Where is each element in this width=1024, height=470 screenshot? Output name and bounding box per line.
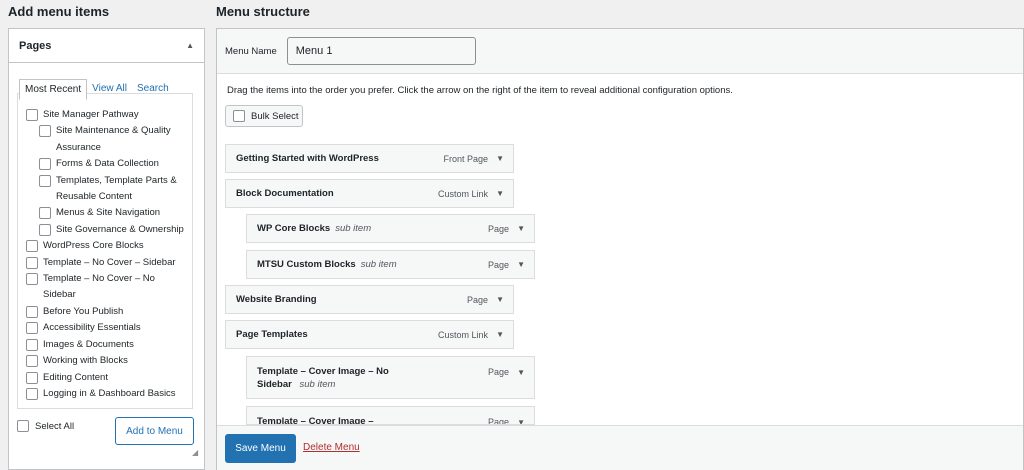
expand-arrow-icon[interactable]: ▼ — [496, 154, 504, 163]
pages-panel-title: Pages — [19, 39, 52, 52]
menu-item[interactable]: Page Templates Custom Link ▼ — [225, 320, 514, 349]
menu-item[interactable]: Template – Cover Image – No Sidebar sub … — [246, 356, 535, 399]
menu-name-input[interactable]: Menu 1 — [286, 37, 476, 65]
checkbox[interactable] — [39, 158, 51, 171]
bulk-select-label: Bulk Select — [251, 110, 299, 122]
delete-menu-link[interactable]: Delete Menu — [303, 442, 360, 453]
list-item[interactable]: WordPress Core Blocks — [18, 238, 192, 254]
list-item[interactable]: Logging in & Dashboard Basics — [18, 386, 192, 402]
list-item[interactable]: Site Governance & Ownership — [18, 222, 192, 238]
menu-item[interactable]: Website Branding Page ▼ — [225, 285, 514, 314]
checkbox[interactable] — [26, 322, 38, 335]
list-item[interactable]: Before You Publish — [18, 304, 192, 320]
select-all-label: Select All — [35, 420, 75, 432]
list-item-wrap: Assurance — [56, 141, 101, 153]
expand-arrow-icon[interactable]: ▼ — [496, 330, 504, 339]
save-menu-button[interactable]: Save Menu — [225, 434, 296, 463]
checkbox[interactable] — [26, 109, 38, 121]
menu-structure-panel: Menu Name Menu 1 Drag the items into the… — [216, 28, 1024, 470]
menu-item[interactable]: Block Documentation Custom Link ▼ — [225, 179, 514, 208]
menu-footer: Save Menu Delete Menu — [217, 425, 1023, 470]
list-item-wrap: Reusable Content — [56, 191, 133, 203]
expand-arrow-icon[interactable]: ▼ — [496, 295, 504, 304]
checkbox[interactable] — [26, 273, 38, 286]
expand-arrow-icon[interactable]: ▼ — [496, 189, 504, 198]
bulk-select-checkbox[interactable] — [233, 110, 245, 122]
list-item[interactable]: Accessibility Essentials — [18, 320, 192, 336]
checkbox[interactable] — [39, 223, 51, 236]
select-all-row[interactable]: Select All — [17, 420, 74, 432]
add-menu-items-heading: Add menu items — [8, 4, 110, 19]
list-item[interactable]: Templates, Template Parts & — [18, 173, 192, 189]
list-item[interactable]: Site Maintenance & Quality — [18, 123, 192, 139]
list-item[interactable]: Images & Documents — [18, 337, 192, 353]
list-item-wrap: Sidebar — [43, 289, 76, 301]
expand-arrow-icon[interactable]: ▼ — [517, 416, 525, 424]
expand-arrow-icon[interactable]: ▼ — [517, 224, 525, 233]
list-item[interactable]: Template – No Cover – Sidebar — [18, 255, 192, 271]
menu-item[interactable]: Getting Started with WordPress Front Pag… — [225, 144, 514, 173]
menu-structure-heading: Menu structure — [216, 4, 310, 19]
checkbox[interactable] — [26, 338, 38, 351]
checkbox[interactable] — [26, 240, 38, 253]
instructions-text: Drag the items into the order you prefer… — [227, 85, 733, 96]
add-to-menu-button[interactable]: Add to Menu — [115, 417, 194, 445]
expand-arrow-icon[interactable]: ▼ — [517, 260, 525, 269]
expand-arrow-icon[interactable]: ▼ — [517, 366, 525, 379]
pages-panel-header[interactable]: Pages ▲ — [9, 29, 204, 63]
checkbox[interactable] — [39, 174, 51, 187]
checkbox[interactable] — [26, 371, 38, 384]
list-item[interactable]: Template – No Cover – No — [18, 271, 192, 287]
list-item[interactable]: Editing Content — [18, 370, 192, 386]
checkbox[interactable] — [26, 256, 38, 269]
checkbox[interactable] — [39, 125, 51, 138]
menu-name-row: Menu Name Menu 1 — [217, 29, 1023, 74]
list-item[interactable]: Working with Blocks — [18, 353, 192, 369]
pages-checklist[interactable]: Site Manager Pathway Site Maintenance & … — [17, 93, 193, 409]
checkbox[interactable] — [39, 207, 51, 220]
menu-item[interactable]: Template – Cover Image – Page ▼ — [246, 406, 535, 425]
collapse-caret-icon[interactable]: ▲ — [186, 41, 194, 50]
tab-most-recent[interactable]: Most Recent — [19, 79, 88, 100]
checkbox[interactable] — [26, 305, 38, 318]
bulk-select-button[interactable]: Bulk Select — [225, 105, 303, 127]
menu-item[interactable]: MTSU Custom Blocks sub item Page ▼ — [246, 250, 535, 279]
menu-item[interactable]: WP Core Blocks sub item Page ▼ — [246, 214, 535, 243]
menu-name-label: Menu Name — [225, 45, 277, 57]
list-item[interactable]: Site Manager Pathway — [18, 107, 192, 123]
checkbox[interactable] — [26, 355, 38, 368]
checkbox[interactable] — [26, 387, 38, 400]
select-all-checkbox[interactable] — [17, 420, 29, 432]
list-item[interactable]: Forms & Data Collection — [18, 156, 192, 172]
list-item[interactable]: Menus & Site Navigation — [18, 205, 192, 221]
